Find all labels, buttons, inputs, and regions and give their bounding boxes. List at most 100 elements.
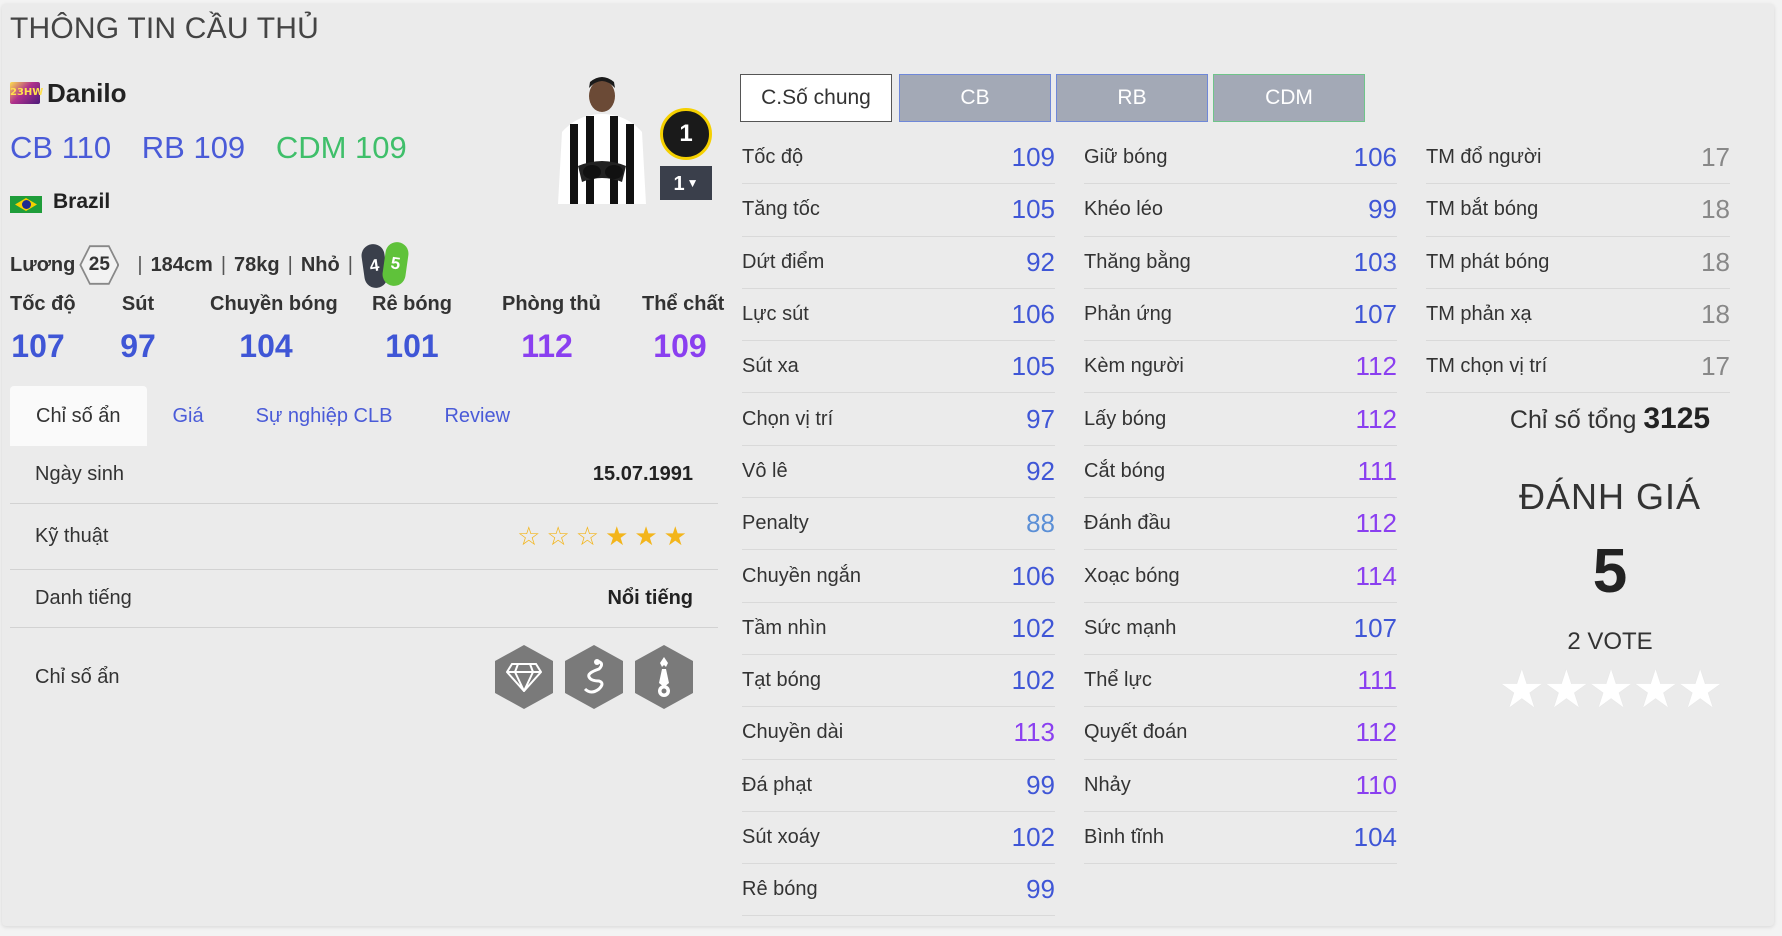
upgrade-level-select[interactable]: 1 ▼ bbox=[660, 166, 712, 200]
stat-row: Sút xoáy 102 bbox=[742, 812, 1055, 865]
stat-name: TM chọn vị trí bbox=[1426, 355, 1548, 378]
stat-name: Rê bóng bbox=[742, 878, 818, 901]
stat-name: Vô lê bbox=[742, 459, 788, 482]
stat-name: Penalty bbox=[742, 512, 809, 535]
stat-value: 105 bbox=[1011, 194, 1055, 225]
stat-name: Chọn vị trí bbox=[742, 407, 834, 430]
stat-name: Sút xa bbox=[742, 355, 799, 378]
rating-stars[interactable]: ★★★★★ bbox=[1455, 660, 1765, 720]
stat-name: TM đổ người bbox=[1426, 146, 1542, 169]
stat-row: Penalty 88 bbox=[742, 498, 1055, 551]
stat-name: TM bắt bóng bbox=[1426, 198, 1539, 221]
info-row-hidden-traits: Chỉ số ẩn bbox=[10, 628, 718, 726]
height: 184cm bbox=[150, 253, 213, 276]
main-stat-passing: Chuyền bóng 104 bbox=[210, 293, 338, 364]
stat-row: Vô lê 92 bbox=[742, 446, 1055, 499]
stat-row: Chuyền ngắn 106 bbox=[742, 550, 1055, 603]
position-cdm: CDM 109 bbox=[275, 130, 407, 165]
stat-row: Dứt điểm 92 bbox=[742, 237, 1055, 289]
stat-value: 99 bbox=[1026, 874, 1055, 905]
main-stat-pace: Tốc độ 107 bbox=[10, 293, 76, 364]
snake-trait-icon[interactable] bbox=[565, 645, 623, 709]
stat-name: Giữ bóng bbox=[1084, 146, 1168, 169]
stat-row: Lực sút 106 bbox=[742, 289, 1055, 342]
main-stat-dribbling: Rê bóng 101 bbox=[372, 293, 452, 364]
position-button-cb[interactable]: CB bbox=[899, 74, 1051, 122]
body-type: Nhỏ bbox=[300, 253, 340, 276]
diamond-trait-icon[interactable] bbox=[495, 645, 553, 709]
tab-club-career[interactable]: Sự nghiệp CLB bbox=[230, 386, 419, 446]
main-stat-shooting: Sút 97 bbox=[120, 293, 156, 364]
stat-row: TM đổ người 17 bbox=[1426, 132, 1730, 185]
stat-name: Đánh đầu bbox=[1084, 512, 1171, 535]
stat-value: 111 bbox=[1357, 455, 1397, 486]
stat-row: Chuyền dài 113 bbox=[742, 707, 1055, 760]
tab-review[interactable]: Review bbox=[418, 386, 536, 446]
weak-foot-icon: 4 5 bbox=[359, 240, 410, 290]
player-positions: CB 110 RB 109 CDM 109 bbox=[10, 130, 429, 166]
info-row-fame: Danh tiếng Nổi tiếng bbox=[10, 570, 718, 628]
stats-column-3: TM đổ người 17 TM bắt bóng 18 TM phát bóng 18… bbox=[1426, 132, 1730, 394]
position-button-rb[interactable]: RB bbox=[1056, 74, 1208, 122]
stat-value: 111 bbox=[1357, 665, 1397, 696]
stat-name: Tốc độ bbox=[742, 146, 804, 169]
tab-price[interactable]: Giá bbox=[147, 386, 230, 446]
stat-name: Bình tĩnh bbox=[1084, 826, 1165, 848]
stat-row: Đánh đầu 112 bbox=[1084, 498, 1397, 551]
stats-column-2: Giữ bóng 106 Khéo léo 99 Thăng bằng 103 Phản ứ… bbox=[1084, 132, 1397, 865]
stat-row: Thăng bằng 103 bbox=[1084, 237, 1397, 289]
stat-value: 92 bbox=[1026, 246, 1055, 277]
caret-down-icon: ▼ bbox=[686, 176, 699, 190]
stat-row: Lấy bóng 112 bbox=[1084, 393, 1397, 446]
stat-name: Thăng bằng bbox=[1084, 250, 1191, 273]
main-stat-defending: Phòng thủ 112 bbox=[502, 293, 601, 364]
stat-name: Tầm nhìn bbox=[742, 616, 827, 639]
stat-value: 107 bbox=[1353, 299, 1397, 330]
player-name: Danilo bbox=[47, 78, 127, 108]
position-button-general[interactable]: C.Số chung bbox=[740, 74, 892, 122]
position-cb: CB 110 bbox=[10, 130, 112, 165]
stat-name: Sút xoáy bbox=[742, 826, 820, 848]
stat-value: 102 bbox=[1011, 822, 1055, 852]
stat-row: Bình tĩnh 104 bbox=[1084, 812, 1397, 865]
stat-row: TM bắt bóng 18 bbox=[1426, 184, 1730, 237]
stat-value: 109 bbox=[1011, 142, 1055, 173]
stat-value: 17 bbox=[1701, 351, 1730, 382]
stat-value: 106 bbox=[1011, 299, 1055, 330]
stat-row: Tạt bóng 102 bbox=[742, 655, 1055, 708]
info-tabs: Chỉ số ẩn Giá Sự nghiệp CLB Review bbox=[10, 386, 536, 446]
stat-value: 104 bbox=[1353, 822, 1397, 852]
stat-value: 102 bbox=[1011, 612, 1055, 643]
tie-ball-trait-icon[interactable] bbox=[635, 645, 693, 709]
stat-row: Thể lực 111 bbox=[1084, 655, 1397, 708]
stat-value: 97 bbox=[1026, 403, 1055, 434]
stat-row: Khéo léo 99 bbox=[1084, 184, 1397, 237]
stat-name: Chuyền ngắn bbox=[742, 564, 861, 587]
stat-value: 18 bbox=[1701, 194, 1730, 225]
nation-name: Brazil bbox=[53, 190, 111, 213]
stat-name: Lấy bóng bbox=[1084, 407, 1167, 430]
stat-name: TM phản xạ bbox=[1426, 303, 1532, 326]
stat-name: Sức mạnh bbox=[1084, 616, 1177, 639]
stat-row: Sút xa 105 bbox=[742, 341, 1055, 394]
stat-row: Đá phạt 99 bbox=[742, 760, 1055, 812]
stat-value: 113 bbox=[1013, 717, 1055, 748]
right-foot-rating: 5 bbox=[380, 240, 410, 288]
info-row-skill: Kỹ thuật ☆☆☆★★★ bbox=[10, 504, 718, 570]
stat-name: Quyết đoán bbox=[1084, 721, 1188, 744]
stat-row: Quyết đoán 112 bbox=[1084, 707, 1397, 760]
stat-name: Khéo léo bbox=[1084, 198, 1163, 221]
stat-row: Sức mạnh 107 bbox=[1084, 603, 1397, 655]
stat-name: Thể lực bbox=[1084, 669, 1152, 692]
stat-row: Nhảy 110 bbox=[1084, 760, 1397, 812]
brazil-flag-icon bbox=[10, 196, 42, 213]
player-photo bbox=[558, 77, 646, 204]
stat-value: 99 bbox=[1026, 769, 1055, 800]
stat-row: Tầm nhìn 102 bbox=[742, 603, 1055, 655]
stat-value: 112 bbox=[1355, 351, 1397, 382]
stat-name: Chuyền dài bbox=[742, 721, 844, 744]
rating-title: ĐÁNH GIÁ bbox=[1518, 476, 1702, 517]
position-button-cdm[interactable]: CDM bbox=[1213, 74, 1365, 122]
stat-value: 103 bbox=[1353, 246, 1397, 277]
tab-hidden-stats[interactable]: Chỉ số ẩn bbox=[10, 386, 147, 446]
